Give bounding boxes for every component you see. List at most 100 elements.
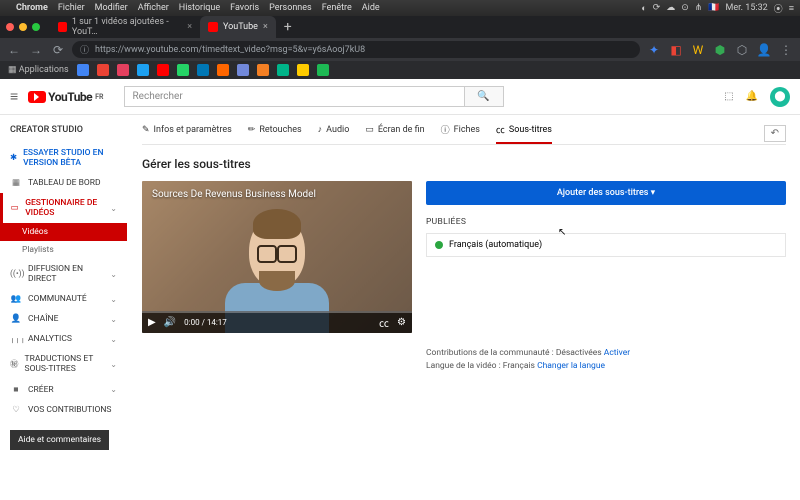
pencil-icon: ✎ xyxy=(142,125,150,135)
status-icon[interactable]: ⟳ xyxy=(653,3,661,13)
extension-icon[interactable]: ⬢ xyxy=(712,43,728,57)
status-icon[interactable]: ◐ xyxy=(641,3,646,14)
tab-endscreen[interactable]: ▭Écran de fin xyxy=(365,125,424,143)
menu-file[interactable]: Fichier xyxy=(58,3,85,13)
settings-icon[interactable]: ⚙ xyxy=(397,317,406,328)
sidebar-item-label: COMMUNAUTÉ xyxy=(28,294,87,304)
close-window-icon[interactable] xyxy=(6,23,14,31)
profile-icon[interactable]: 👤 xyxy=(756,43,772,57)
video-title-overlay: Sources De Revenus Business Model xyxy=(152,189,316,200)
sidebar-item-dashboard[interactable]: ▦ TABLEAU DE BORD xyxy=(0,173,127,193)
sidebar-item-contributions[interactable]: ♡ VOS CONTRIBUTIONS xyxy=(0,400,127,420)
cc-icon[interactable]: ㏄ xyxy=(379,315,389,330)
sidebar-item-live[interactable]: ((•)) DIFFUSION EN DIRECT ⌄ xyxy=(0,259,127,289)
sidebar-title: CREATOR STUDIO xyxy=(0,121,127,143)
play-icon[interactable]: ▶ xyxy=(148,317,156,328)
bookmark-icon[interactable] xyxy=(97,64,109,76)
cc-icon: ㏄ xyxy=(496,123,505,136)
youtube-logo[interactable]: YouTube FR xyxy=(28,90,103,104)
menu-bookmarks[interactable]: Favoris xyxy=(230,3,259,13)
menu-view[interactable]: Afficher xyxy=(138,3,169,13)
browser-tab[interactable]: 1 sur 1 vidéos ajoutées - YouT… × xyxy=(50,16,200,38)
menu-window[interactable]: Fenêtre xyxy=(322,3,352,13)
clock[interactable]: Mer. 15:32 xyxy=(726,3,768,13)
bookmark-icon[interactable] xyxy=(77,64,89,76)
status-icon[interactable]: ☁ xyxy=(666,3,675,13)
help-button[interactable]: Aide et commentaires xyxy=(10,430,109,450)
address-bar[interactable]: ⓘ https://www.youtube.com/timedtext_vide… xyxy=(72,41,640,58)
beta-icon: ✱ xyxy=(10,153,17,163)
close-tab-icon[interactable]: × xyxy=(187,22,192,32)
tab-audio[interactable]: ♪Audio xyxy=(318,124,350,143)
search-input[interactable]: Rechercher xyxy=(124,86,464,107)
bookmark-icon[interactable] xyxy=(297,64,309,76)
tab-enhance[interactable]: ✏Retouches xyxy=(248,125,302,143)
close-tab-icon[interactable]: × xyxy=(263,22,268,32)
progress-bar[interactable] xyxy=(142,311,412,313)
bookmark-icon[interactable] xyxy=(257,64,269,76)
undo-button[interactable]: ↶ xyxy=(764,125,786,142)
add-subtitles-button[interactable]: Ajouter des sous-titres ▾ xyxy=(426,181,786,205)
reload-button[interactable]: ⟳ xyxy=(50,43,66,57)
sidebar-item-label: GESTIONNAIRE DE VIDÉOS xyxy=(25,198,104,218)
sidebar-subitem-playlists[interactable]: Playlists xyxy=(0,241,127,259)
sidebar-subitem-videos[interactable]: Vidéos xyxy=(0,223,127,241)
sidebar-item-label: TRADUCTIONS ET SOUS-TITRES xyxy=(25,354,105,374)
spotlight-icon[interactable]: ⦿ xyxy=(774,2,783,15)
extension-icon[interactable]: W xyxy=(690,43,706,57)
sidebar-item-beta[interactable]: ✱ ESSAYER STUDIO EN VERSION BÊTA xyxy=(0,143,127,173)
tab-subtitles[interactable]: ㏄Sous-titres xyxy=(496,123,552,144)
extension-icon[interactable]: ◧ xyxy=(668,43,684,57)
menu-edit[interactable]: Modifier xyxy=(95,3,128,13)
status-icon[interactable]: ⊙ xyxy=(681,3,689,13)
avatar[interactable]: ⬤ xyxy=(770,87,790,107)
new-tab-button[interactable]: + xyxy=(276,19,300,35)
apps-button[interactable]: ▦ Applications xyxy=(8,65,69,75)
forward-button[interactable]: → xyxy=(28,43,44,57)
minimize-window-icon[interactable] xyxy=(19,23,27,31)
tab-cards[interactable]: ⓘFiches xyxy=(441,123,480,144)
back-button[interactable]: ← xyxy=(6,43,22,57)
sidebar-item-analytics[interactable]: ╷╷╷ ANALYTICS ⌄ xyxy=(0,329,127,349)
sidebar-item-create[interactable]: ■ CRÉER ⌄ xyxy=(0,379,127,400)
track-language: Français (automatique) xyxy=(449,240,542,250)
wifi-icon[interactable]: ⋔ xyxy=(695,3,703,13)
sidebar-item-translations[interactable]: ㊙ TRADUCTIONS ET SOUS-TITRES ⌄ xyxy=(0,349,127,379)
maximize-window-icon[interactable] xyxy=(32,23,40,31)
contrib-toggle-link[interactable]: Activer xyxy=(604,348,630,358)
search-button[interactable]: 🔍 xyxy=(464,86,504,107)
contrib-label: Contributions de la communauté : xyxy=(426,348,554,358)
browser-tab[interactable]: YouTube × xyxy=(200,16,276,38)
menu-history[interactable]: Historique xyxy=(179,3,220,13)
video-canvas[interactable]: Sources De Revenus Business Model ▶ 🔊 0:… xyxy=(142,181,412,333)
subtitle-track-row[interactable]: Français (automatique) xyxy=(426,233,786,257)
bookmark-icon[interactable] xyxy=(277,64,289,76)
upload-icon[interactable]: ⬚ xyxy=(724,91,733,102)
bookmark-icon[interactable] xyxy=(157,64,169,76)
bookmark-icon[interactable] xyxy=(177,64,189,76)
flag-icon[interactable]: 🇫🇷 xyxy=(708,3,719,13)
menu-icon[interactable]: ⋮ xyxy=(778,43,794,57)
menu-help[interactable]: Aide xyxy=(362,3,380,13)
bookmark-icon[interactable] xyxy=(197,64,209,76)
notifications-icon[interactable]: 🔔 xyxy=(746,91,758,102)
sidebar-item-video-manager[interactable]: ▭ GESTIONNAIRE DE VIDÉOS ⌄ xyxy=(0,193,127,223)
sidebar-item-community[interactable]: 👥 COMMUNAUTÉ ⌄ xyxy=(0,289,127,309)
bookmark-icon[interactable] xyxy=(217,64,229,76)
change-language-link[interactable]: Changer la langue xyxy=(537,361,605,371)
menu-people[interactable]: Personnes xyxy=(269,3,312,13)
sidebar-item-channel[interactable]: 👤 CHAÎNE ⌄ xyxy=(0,309,127,329)
analytics-icon: ╷╷╷ xyxy=(10,334,22,344)
extension-icon[interactable]: ⬡ xyxy=(734,43,750,57)
hamburger-icon[interactable]: ≡ xyxy=(10,88,18,105)
channel-icon: 👤 xyxy=(10,314,22,324)
extension-icon[interactable]: ✦ xyxy=(646,43,662,57)
bookmark-icon[interactable] xyxy=(237,64,249,76)
volume-icon[interactable]: 🔊 xyxy=(164,317,176,328)
bookmark-icon[interactable] xyxy=(117,64,129,76)
app-name[interactable]: Chrome xyxy=(16,3,48,13)
siri-icon[interactable]: ≡ xyxy=(789,3,794,14)
bookmark-icon[interactable] xyxy=(317,64,329,76)
tab-info[interactable]: ✎Infos et paramètres xyxy=(142,125,232,143)
bookmark-icon[interactable] xyxy=(137,64,149,76)
